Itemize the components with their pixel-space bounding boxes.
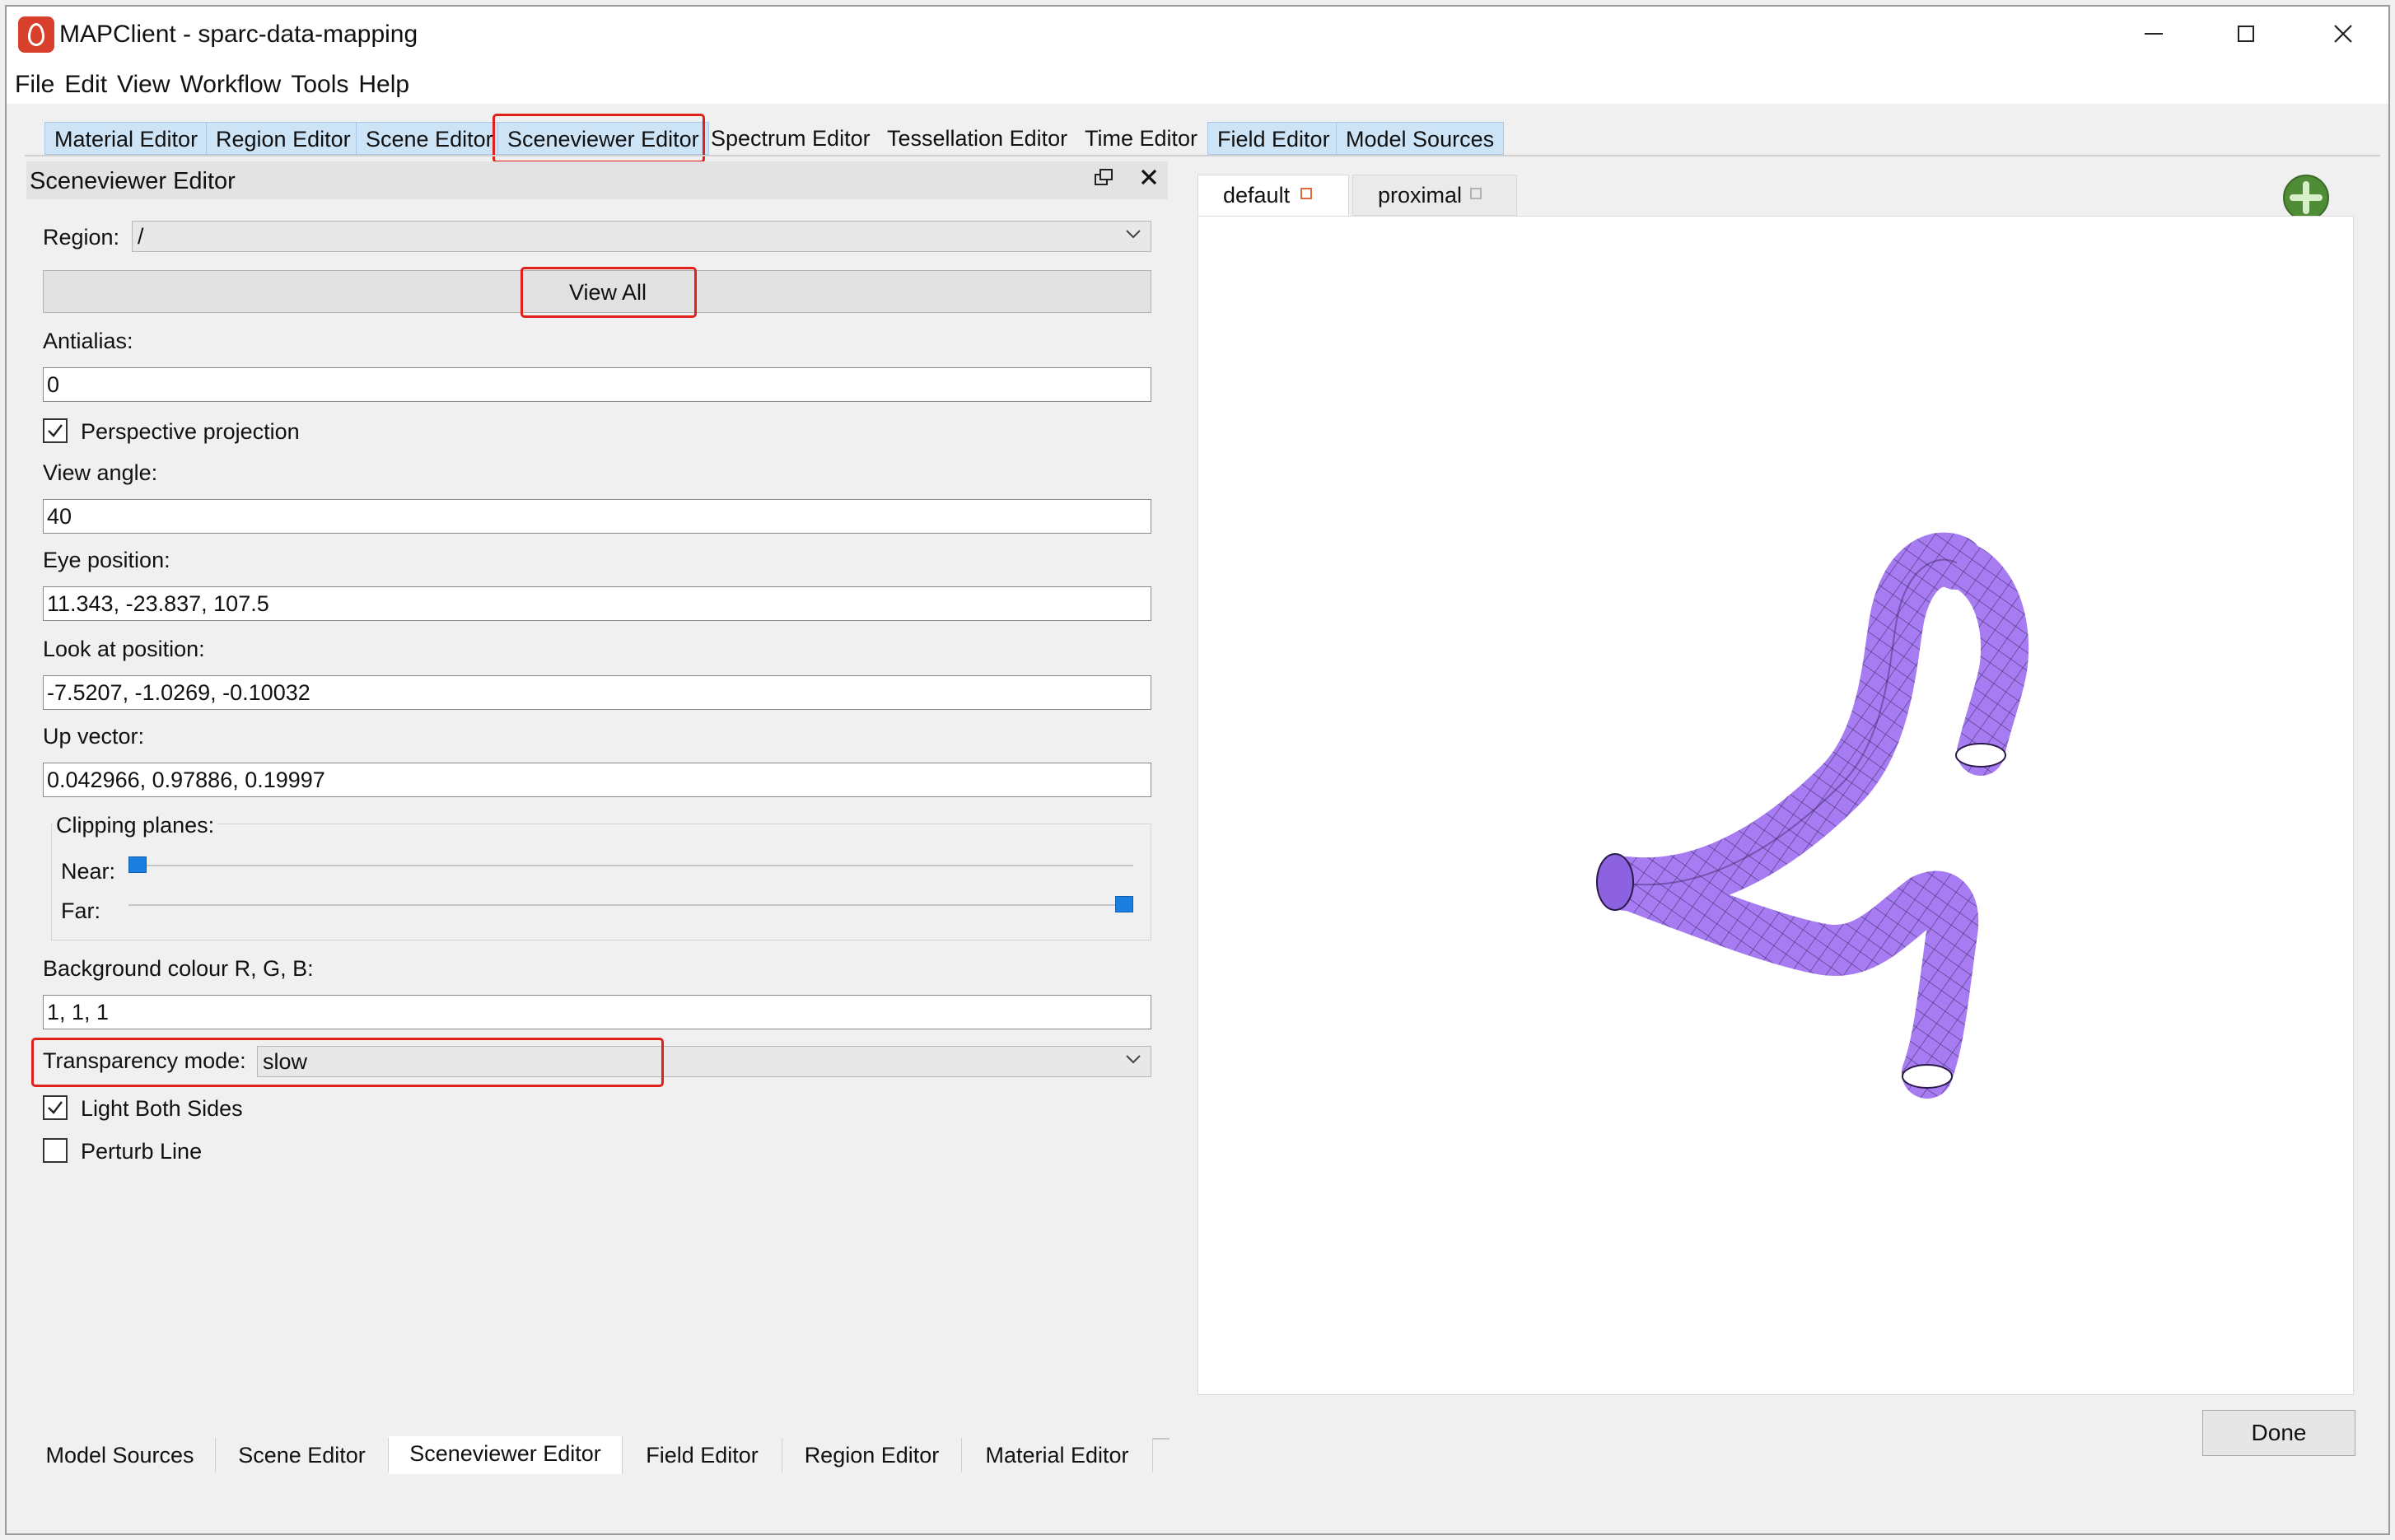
chevron-down-icon [1126, 230, 1141, 239]
menu-help[interactable]: Help [358, 68, 409, 101]
antialias-label: Antialias: [43, 329, 133, 353]
light-both-sides-checkbox[interactable] [43, 1095, 68, 1120]
look-at-label: Look at position: [43, 637, 205, 661]
annotation-highlight-transparency [31, 1038, 664, 1087]
tab-time-editor[interactable]: Time Editor [1076, 122, 1207, 155]
menu-tools[interactable]: Tools [291, 68, 348, 101]
antialias-field[interactable]: 0 [43, 367, 1151, 402]
far-label: Far: [61, 898, 101, 923]
menu-workflow[interactable]: Workflow [180, 68, 282, 101]
view-tab-default[interactable]: default [1198, 175, 1349, 216]
view-angle-label: View angle: [43, 460, 158, 485]
close-tab-icon[interactable] [1300, 188, 1312, 199]
minimize-button[interactable] [2117, 12, 2191, 56]
vessel-model [1596, 532, 2029, 1099]
add-view-button[interactable] [2283, 175, 2329, 221]
bottom-tab-model-sources[interactable]: Model Sources [25, 1438, 216, 1472]
bottom-tab-sceneviewer-editor[interactable]: Sceneviewer Editor [389, 1436, 623, 1474]
checkmark-icon [48, 1101, 63, 1114]
window-title: MAPClient - sparc-data-mapping [59, 21, 418, 48]
view-angle-field[interactable]: 40 [43, 499, 1151, 534]
up-vector-field[interactable]: 0.042966, 0.97886, 0.19997 [43, 763, 1151, 797]
look-at-field[interactable]: -7.5207, -1.0269, -0.10032 [43, 675, 1151, 710]
tab-scene-editor[interactable]: Scene Editor [356, 122, 503, 155]
up-vector-label: Up vector: [43, 724, 145, 749]
region-combo[interactable]: / [132, 221, 1151, 252]
tab-model-sources[interactable]: Model Sources [1336, 122, 1505, 155]
menu-bar: File Edit View Workflow Tools Help [7, 66, 2388, 104]
clipping-planes-group [51, 824, 1151, 940]
tab-tessellation-editor[interactable]: Tessellation Editor [878, 122, 1076, 155]
background-colour-field[interactable]: 1, 1, 1 [43, 995, 1151, 1029]
chevron-down-icon [1126, 1055, 1141, 1064]
bottom-tab-material-editor[interactable]: Material Editor [962, 1438, 1153, 1472]
annotation-highlight-view-all [521, 267, 697, 318]
perspective-label: Perspective projection [81, 419, 300, 444]
near-slider-handle[interactable] [128, 856, 147, 873]
close-window-button[interactable] [2306, 12, 2380, 56]
near-slider[interactable] [128, 865, 1133, 866]
mapclient-app-icon [18, 16, 54, 53]
float-dock-icon[interactable] [1090, 165, 1118, 193]
dock-title: Sceneviewer Editor [30, 168, 236, 194]
view-tab-proximal-label: proximal [1378, 183, 1463, 208]
menu-view[interactable]: View [117, 68, 170, 101]
menu-file[interactable]: File [15, 68, 54, 101]
minimize-icon [2145, 33, 2163, 35]
far-slider-handle[interactable] [1115, 896, 1133, 912]
view-tab-proximal[interactable]: proximal [1352, 175, 1517, 216]
perturb-line-checkbox[interactable] [43, 1138, 68, 1163]
view-tab-default-label: default [1223, 183, 1291, 208]
maximize-button[interactable] [2209, 12, 2283, 56]
background-colour-label: Background colour R, G, B: [43, 956, 314, 981]
eye-position-label: Eye position: [43, 548, 170, 572]
checkmark-icon [48, 424, 63, 437]
bottom-tab-region-editor[interactable]: Region Editor [782, 1438, 962, 1472]
tab-spectrum-editor[interactable]: Spectrum Editor [702, 122, 880, 155]
region-value: / [138, 224, 144, 249]
close-dock-icon[interactable] [1135, 163, 1163, 191]
near-label: Near: [61, 859, 116, 884]
maximize-icon [2238, 26, 2254, 42]
clipping-planes-label: Clipping planes: [53, 810, 218, 840]
perspective-checkbox[interactable] [43, 418, 68, 443]
menu-edit[interactable]: Edit [64, 68, 107, 101]
plus-icon [2290, 181, 2323, 214]
tab-material-editor[interactable]: Material Editor [44, 122, 208, 155]
tab-field-editor[interactable]: Field Editor [1207, 122, 1340, 155]
close-icon [2334, 25, 2352, 43]
tab-region-editor[interactable]: Region Editor [206, 122, 361, 155]
scene-viewer-canvas[interactable] [1198, 216, 2354, 1395]
bottom-tab-scene-editor[interactable]: Scene Editor [216, 1438, 389, 1472]
close-tab-icon[interactable] [1470, 188, 1482, 199]
far-slider[interactable] [128, 904, 1133, 906]
region-label: Region: [43, 225, 120, 250]
perturb-line-label: Perturb Line [81, 1139, 203, 1164]
bottom-tab-field-editor[interactable]: Field Editor [623, 1438, 782, 1472]
top-tab-divider [25, 155, 2380, 156]
eye-position-field[interactable]: 11.343, -23.837, 107.5 [43, 586, 1151, 621]
light-both-sides-label: Light Both Sides [81, 1096, 243, 1121]
done-button[interactable]: Done [2202, 1410, 2355, 1456]
